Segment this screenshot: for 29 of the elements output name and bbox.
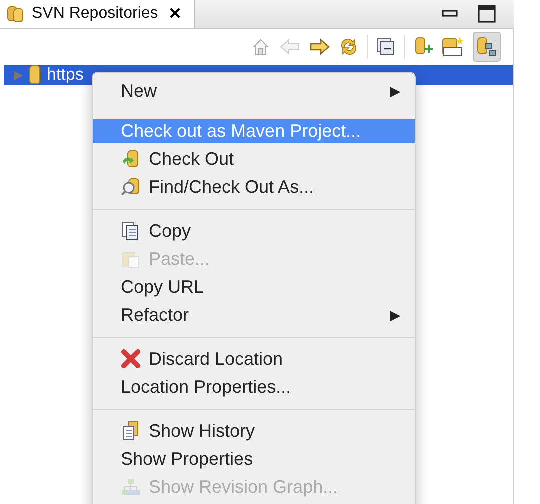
collapse-all-icon[interactable] (376, 37, 396, 57)
menu-item[interactable]: Refactor ▶ (93, 301, 415, 329)
menu-item[interactable]: Copy (93, 217, 415, 245)
sync-icon[interactable] (339, 37, 359, 57)
forward-arrow-icon[interactable] (309, 38, 331, 56)
repository-url: https (47, 65, 84, 85)
menu-item[interactable]: Find/Check Out As... (93, 173, 415, 201)
close-button[interactable]: ✕ (168, 4, 182, 24)
view-tab[interactable]: SVN Repositories ✕ (0, 0, 195, 28)
database-icon (6, 4, 26, 24)
tree-graph-icon (121, 477, 141, 497)
menu-item[interactable]: Copy URL (93, 273, 415, 301)
history-icon (121, 421, 141, 441)
menu-item[interactable]: New ▶ (93, 77, 415, 105)
minimize-icon[interactable] (442, 10, 458, 18)
database-arrow-icon (121, 149, 141, 169)
copy-icon (121, 221, 141, 241)
new-svn-repository-icon[interactable] (441, 36, 465, 58)
cross-icon (121, 349, 141, 369)
menu-item[interactable]: Show Properties (93, 445, 415, 473)
repository-icon (29, 65, 41, 85)
maximize-icon[interactable] (478, 5, 496, 23)
menu-item[interactable]: Check Out (93, 145, 415, 173)
menu-item[interactable]: Discard Location (93, 345, 415, 373)
menu-item[interactable]: Show History (93, 417, 415, 445)
tab-title: SVN Repositories (32, 5, 158, 23)
magnifier-icon (121, 177, 141, 197)
show-tree-button[interactable] (473, 32, 501, 62)
menu-item[interactable]: Location Properties... (93, 373, 415, 401)
